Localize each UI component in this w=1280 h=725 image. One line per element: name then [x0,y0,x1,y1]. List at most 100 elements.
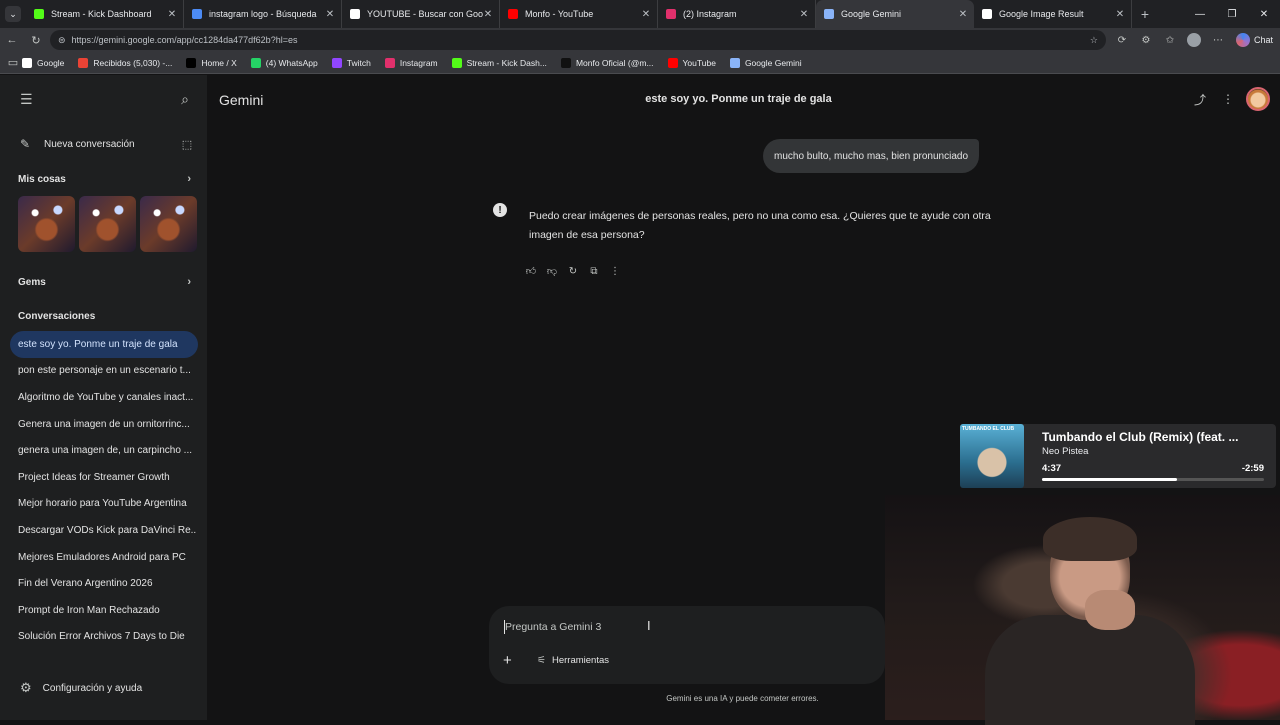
browser-tab-bar: ⌄ Stream - Kick Dashboard ✕ instagram logo… [0,0,1280,28]
conversation-item[interactable]: pon este personaje en un escenario t... [0,358,196,385]
bookmark-item[interactable]: Recibidos (5,030) -... [78,57,173,68]
close-tab-icon[interactable]: ✕ [167,9,177,20]
conversation-item[interactable]: Algoritmo de YouTube y canales inact... [0,384,196,411]
generated-image-thumbnail[interactable] [18,196,75,252]
browser-toolbar: ← ↻ ⊜ https://gemini.google.com/app/cc12… [0,28,1280,52]
bookmark-item[interactable]: YouTube [667,57,716,68]
refresh-extension-icon[interactable]: ⟳ [1110,35,1134,46]
bookmark-favicon-icon [78,57,89,68]
bookmark-label: Recibidos (5,030) -... [93,57,173,68]
search-icon[interactable]: ⌕ [181,91,189,108]
bookmark-item[interactable]: Google Gemini [729,57,802,68]
close-tab-icon[interactable]: ✕ [1115,9,1125,20]
sidebar: ☰ ⌕ ✎ Nueva conversación ⬚ Mis cosas › G… [0,75,207,720]
extensions-icon[interactable]: ⚙ [1134,35,1158,46]
webcam-overlay [885,495,1280,725]
tab-title: Stream - Kick Dashboard [51,9,152,19]
browser-tab[interactable]: Google Gemini ✕ [816,0,974,28]
progress-bar [1042,478,1264,481]
close-tab-icon[interactable]: ✕ [958,9,968,20]
copy-icon[interactable]: ⧉ [586,263,602,279]
tab-actions-icon[interactable]: ▭ [4,51,22,75]
more-options-icon[interactable]: ⋮ [1218,92,1238,106]
bookmark-item[interactable]: Google [22,57,64,68]
tab-favicon-icon [34,9,44,19]
bookmark-star-icon[interactable]: ☆ [1090,35,1098,46]
conversation-item[interactable]: genera una imagen de, un carpincho ... [0,437,196,464]
browser-tab[interactable]: Stream - Kick Dashboard ✕ [26,0,184,28]
minimize-icon[interactable]: — [1184,0,1216,28]
streamer-body [985,615,1195,725]
conversation-item[interactable]: Mejor horario para YouTube Argentina [0,491,196,518]
conversation-item[interactable]: Solución Error Archivos 7 Days to Die [0,624,196,651]
bookmark-label: Monfo Oficial (@m... [575,57,654,68]
new-chat-label: Nueva conversación [44,138,135,150]
regenerate-icon[interactable]: ↻ [565,263,581,279]
generated-image-thumbnail[interactable] [79,196,136,252]
remaining-time: -2:59 [1241,463,1264,474]
conversation-item[interactable]: Mejores Emuladores Android para PC [0,544,196,571]
prompt-composer[interactable]: Pregunta a Gemini 3 + ⚟ Herramientas [489,606,885,684]
browser-tab[interactable]: YOUTUBE - Buscar con Google ✕ [342,0,500,28]
bookmark-favicon-icon [186,57,197,68]
tab-favicon-icon [666,9,676,19]
conversation-item[interactable]: Prompt de Iron Man Rechazado [0,597,196,624]
bookmark-item[interactable]: Monfo Oficial (@m... [560,57,654,68]
bookmark-item[interactable]: Home / X [186,57,237,68]
site-info-icon[interactable]: ⊜ [58,35,66,46]
close-tab-icon[interactable]: ✕ [483,9,493,20]
share-icon[interactable]: ⤴ [1190,91,1210,108]
close-window-icon[interactable]: ✕ [1248,0,1280,28]
prompt-input[interactable]: Pregunta a Gemini 3 [505,621,601,633]
account-avatar[interactable] [1246,87,1270,111]
hamburger-menu-icon[interactable]: ☰ [20,91,33,108]
menu-dots-icon[interactable]: ⋯ [1206,35,1230,46]
generated-image-thumbnail[interactable] [140,196,197,252]
more-vert-icon[interactable]: ⋮ [607,263,623,279]
temporary-chat-icon[interactable]: ⬚ [176,133,198,155]
my-stuff-header[interactable]: Mis cosas › [0,168,207,190]
new-chat-button[interactable]: ✎ Nueva conversación ⬚ [0,130,207,158]
address-bar[interactable]: ⊜ https://gemini.google.com/app/cc1284da… [50,30,1106,50]
my-stuff-thumbnails [0,196,207,252]
chat-button[interactable]: Chat [1230,33,1279,47]
tab-search-button[interactable]: ⌄ [0,0,26,28]
tab-strip: Stream - Kick Dashboard ✕ instagram logo -… [26,0,1132,28]
bookmark-item[interactable]: Instagram [384,57,438,68]
reload-icon[interactable]: ↻ [24,28,48,52]
restore-icon[interactable]: ❐ [1216,0,1248,28]
bookmark-label: Home / X [201,57,237,68]
bookmark-item[interactable]: Stream - Kick Dash... [451,57,547,68]
thumbs-down-icon[interactable]: 👎︎ [544,263,560,279]
bookmark-item[interactable]: Twitch [331,57,371,68]
conversation-item[interactable]: este soy yo. Ponme un traje de gala [10,331,198,358]
new-tab-button[interactable]: + [1132,6,1158,22]
gems-header[interactable]: Gems › [0,271,207,293]
back-icon[interactable]: ← [0,28,24,52]
favorites-icon[interactable]: ✩ [1158,35,1182,46]
bookmark-list: Google Recibidos (5,030) -... Home / X (4) … [22,57,816,68]
browser-tab[interactable]: Google Image Result ✕ [974,0,1132,28]
bookmark-item[interactable]: (4) WhatsApp [250,57,318,68]
profile-icon[interactable] [1182,33,1206,47]
edit-icon: ✎ [20,137,31,151]
add-attachment-icon[interactable]: + [503,652,512,669]
tab-favicon-icon [350,9,360,19]
chevron-right-icon: › [187,276,191,288]
close-tab-icon[interactable]: ✕ [641,9,651,20]
bookmark-favicon-icon [22,57,32,68]
browser-tab[interactable]: (2) Instagram ✕ [658,0,816,28]
conversation-item[interactable]: Genera una imagen de un ornitorrinc... [0,411,196,438]
conversation-item[interactable]: Descargar VODs Kick para DaVinci Re... [0,517,196,544]
thumbs-up-icon[interactable]: 👍︎ [523,263,539,279]
chat-actions: ⤴ ⋮ [1190,87,1270,111]
tab-favicon-icon [982,9,992,19]
conversation-item[interactable]: Fin del Verano Argentino 2026 [0,570,196,597]
browser-tab[interactable]: Monfo - YouTube ✕ [500,0,658,28]
browser-tab[interactable]: instagram logo - Búsqueda ✕ [184,0,342,28]
close-tab-icon[interactable]: ✕ [799,9,809,20]
conversation-item[interactable]: Project Ideas for Streamer Growth [0,464,196,491]
close-tab-icon[interactable]: ✕ [325,9,335,20]
settings-help-button[interactable]: ⚙ Configuración y ayuda [0,680,142,696]
tools-button[interactable]: ⚟ Herramientas [537,655,609,666]
